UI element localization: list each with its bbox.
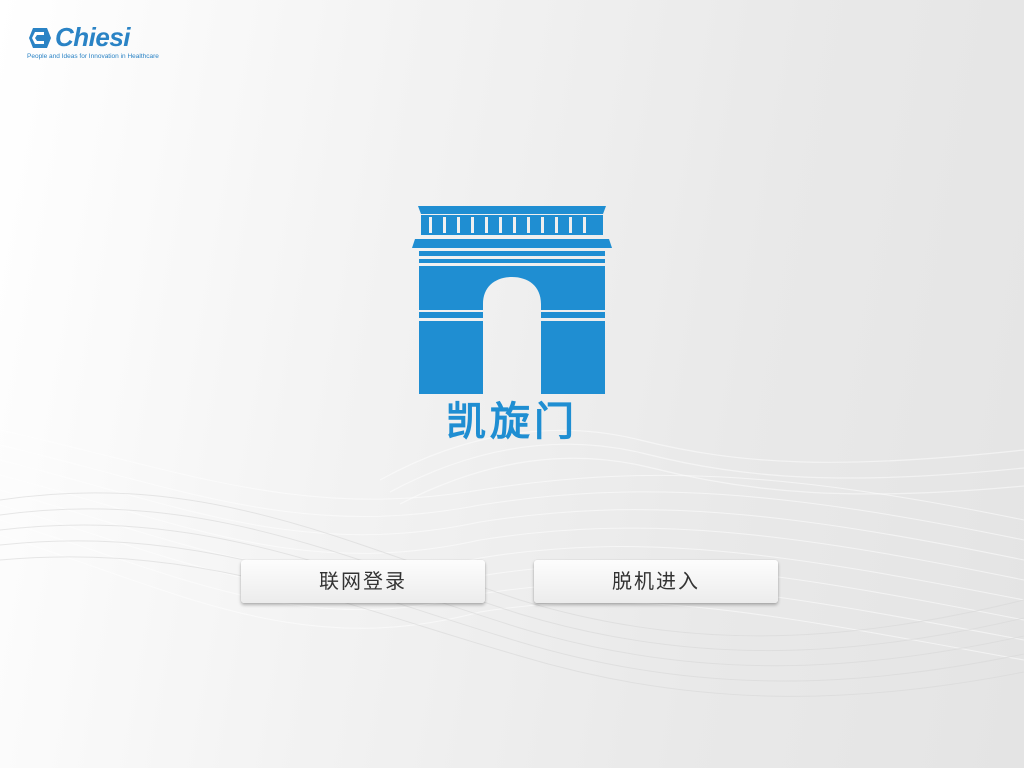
- offline-enter-button[interactable]: 脱机进入: [534, 560, 778, 603]
- online-login-button[interactable]: 联网登录: [241, 560, 485, 603]
- brand-tagline: People and Ideas for Innovation in Healt…: [27, 53, 159, 60]
- brand-name: Chiesi: [55, 22, 131, 52]
- app-title: 凯旋门: [446, 399, 578, 445]
- chiesi-logo: Chiesi People and Ideas for Innovation i…: [27, 22, 167, 65]
- chiesi-logo-mark-icon: [29, 28, 51, 48]
- arc-de-triomphe-icon: [412, 206, 612, 394]
